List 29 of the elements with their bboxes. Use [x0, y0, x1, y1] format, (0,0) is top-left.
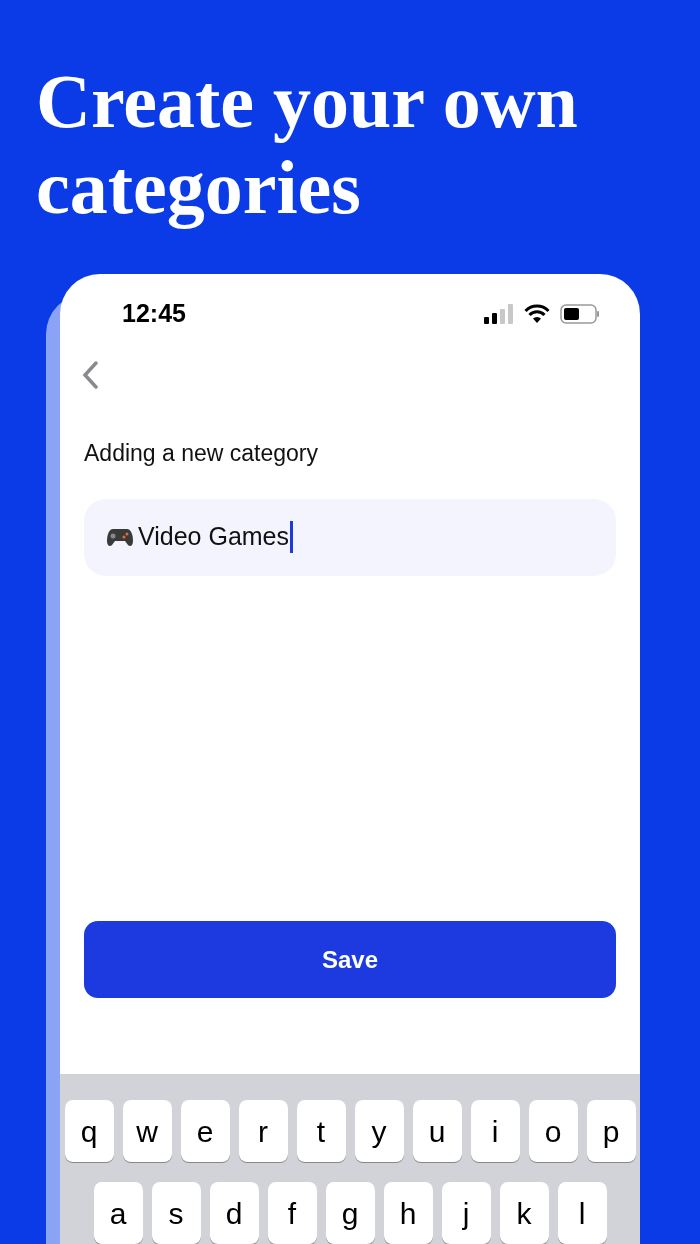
form-heading: Adding a new category — [84, 439, 319, 468]
category-name-field[interactable]: Video Games — [84, 498, 616, 576]
keyboard-key[interactable]: a — [93, 1182, 143, 1244]
keyboard-key[interactable]: q — [64, 1100, 114, 1162]
keyboard-key[interactable]: e — [180, 1100, 230, 1162]
keyboard-key[interactable]: i — [470, 1100, 520, 1162]
keyboard-key[interactable]: k — [499, 1182, 549, 1244]
status-time: 12:45 — [122, 298, 186, 330]
save-button[interactable]: Save — [84, 921, 616, 998]
keyboard-key[interactable]: h — [383, 1182, 433, 1244]
keyboard-key[interactable]: d — [209, 1182, 259, 1244]
keyboard-key[interactable]: r — [238, 1100, 288, 1162]
keyboard-key[interactable]: g — [325, 1182, 375, 1244]
chevron-left-icon — [82, 361, 98, 389]
signal-icon — [484, 304, 514, 324]
keyboard-key[interactable]: s — [151, 1182, 201, 1244]
battery-icon — [560, 304, 600, 324]
keyboard-key[interactable]: u — [412, 1100, 462, 1162]
keyboard-key[interactable]: f — [267, 1182, 317, 1244]
keyboard-key[interactable]: p — [586, 1100, 636, 1162]
wifi-icon — [524, 304, 550, 324]
keyboard-key[interactable]: y — [354, 1100, 404, 1162]
keyboard-key[interactable]: j — [441, 1182, 491, 1244]
keyboard-key[interactable]: w — [122, 1100, 172, 1162]
keyboard-key[interactable]: o — [528, 1100, 578, 1162]
headline: Create your own categories — [36, 58, 579, 230]
keyboard-key[interactable]: t — [296, 1100, 346, 1162]
field-value: Video Games — [138, 521, 289, 553]
keyboard-key[interactable]: l — [557, 1182, 607, 1244]
